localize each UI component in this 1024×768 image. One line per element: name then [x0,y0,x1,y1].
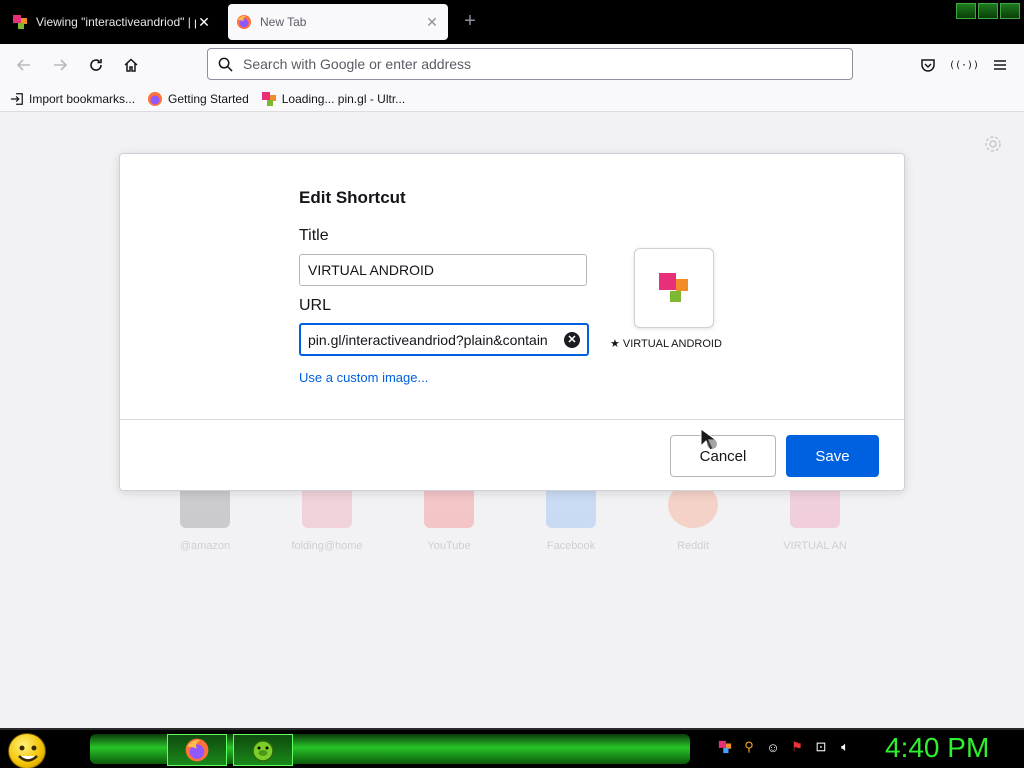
top-site-tile[interactable]: YouTube [394,482,504,552]
network-tray-icon[interactable]: ⊡ [812,738,830,756]
system-tray: ⚲ ☺ ⚑ ⊡ 🔈︎ [716,738,854,756]
bookmarks-toolbar: Import bookmarks... Getting Started Load… [0,86,1024,112]
new-tab-page: @amazon folding@home YouTube Facebook Re… [0,112,1024,728]
new-tab-plus-icon[interactable]: + [458,10,482,34]
tab-title: New Tab [260,15,307,29]
edit-shortcut-dialog: Edit Shortcut Title VIRTUAL ANDROID URL … [119,153,905,491]
pingl-tray-icon[interactable] [716,738,734,756]
hamburger-menu-icon[interactable] [987,52,1013,78]
top-sites-grid: @amazon folding@home YouTube Facebook Re… [150,482,874,582]
tile-label: @amazon [179,540,231,552]
address-bar[interactable]: Search with Google or enter address [207,48,853,80]
firefox-icon [148,91,163,106]
dialog-footer: Cancel Save [120,419,904,492]
maximize-icon[interactable] [978,3,998,19]
search-icon [218,57,233,72]
close-tab-icon[interactable]: ✕ [196,14,212,31]
taskbar: ⚲ ☺ ⚑ ⊡ 🔈︎ 4:40 PM [0,728,1024,768]
navigation-toolbar: Search with Google or enter address ((·)… [0,44,1024,86]
bookmark-label: Loading... pin.gl - Ultr... [281,91,406,106]
taskbar-firefox-button[interactable] [167,734,227,766]
tile-label: Reddit [677,540,709,552]
custom-image-link[interactable]: Use a custom image... [299,370,428,385]
import-icon [10,92,23,105]
flag-tray-icon[interactable]: ⚑ [788,738,806,756]
home-icon[interactable] [118,52,144,78]
forward-arrow-icon[interactable] [47,52,73,78]
minimize-icon[interactable] [956,3,976,19]
pin-icon: ★ [610,338,620,350]
title-label: Title [299,227,329,244]
tab-viewing-interactiveandriod[interactable]: Viewing "interactiveandriod" | p ✕ [4,4,220,40]
reload-icon[interactable] [83,52,109,78]
tile-label: VIRTUAL AN [783,540,847,552]
close-tab-icon[interactable]: ✕ [424,14,440,31]
bookmark-pingl[interactable]: Loading... pin.gl - Ultr... [261,91,405,107]
top-site-tile[interactable]: VIRTUAL AN [760,482,870,552]
top-site-tile[interactable]: Facebook [516,482,626,552]
save-button[interactable]: Save [786,435,879,477]
mouse-cursor-icon [700,428,730,457]
taskbar-game-button[interactable] [233,734,293,766]
tab-title: Viewing "interactiveandriod" | p [36,15,196,29]
url-label: URL [299,297,332,314]
tab-new-tab[interactable]: New Tab ✕ [228,4,448,40]
pingl-icon [261,91,276,106]
tile-label: folding@home [291,540,363,552]
volume-tray-icon[interactable]: 🔈︎ [836,738,854,756]
taskbar-clock[interactable]: 4:40 PM [885,732,989,764]
bookmark-import[interactable]: Import bookmarks... [10,92,135,106]
top-site-tile[interactable]: @amazon [150,482,260,552]
extensions-icon[interactable]: ((·)) [949,52,979,78]
firefox-icon [185,738,209,762]
url-input[interactable]: pin.gl/interactiveandriod?plain&contain … [299,323,589,356]
dialog-body: Edit Shortcut Title VIRTUAL ANDROID URL … [120,154,904,419]
pocket-icon[interactable] [915,52,941,78]
clear-url-icon[interactable]: ✕ [564,331,580,348]
bookmark-label: Getting Started [168,91,249,106]
tab-strip: Viewing "interactiveandriod" | p ✕ New T… [0,0,1024,44]
tile-label: YouTube [427,540,471,552]
title-input[interactable]: VIRTUAL ANDROID [299,254,587,286]
green-pig-icon [252,740,274,762]
gear-icon[interactable] [984,135,1002,158]
pingl-favicon-icon [13,15,27,29]
start-menu-smiley-icon[interactable] [8,733,46,768]
shortcut-preview-tile [634,248,714,328]
address-placeholder: Search with Google or enter address [243,56,472,72]
bookmark-label: Import bookmarks... [29,91,136,106]
tile-label: Facebook [546,540,596,552]
top-site-tile[interactable]: folding@home [272,482,382,552]
window-controls [956,3,1020,19]
firefox-favicon-icon [237,15,251,29]
close-window-icon[interactable] [1000,3,1020,19]
top-site-tile[interactable]: Reddit [638,482,748,552]
preview-title: VIRTUAL ANDROID [622,337,722,350]
dialog-title: Edit Shortcut [299,188,406,207]
search-tray-icon[interactable]: ⚲ [740,738,758,756]
shortcut-preview-label: ★ VIRTUAL ANDROID [610,337,740,351]
back-arrow-icon[interactable] [11,52,37,78]
pingl-icon [659,273,688,302]
title-input-value: VIRTUAL ANDROID [308,262,435,278]
url-input-value: pin.gl/interactiveandriod?plain&contain [308,331,548,348]
bookmark-getting-started[interactable]: Getting Started [147,91,249,107]
chat-tray-icon[interactable]: ☺ [764,738,782,756]
